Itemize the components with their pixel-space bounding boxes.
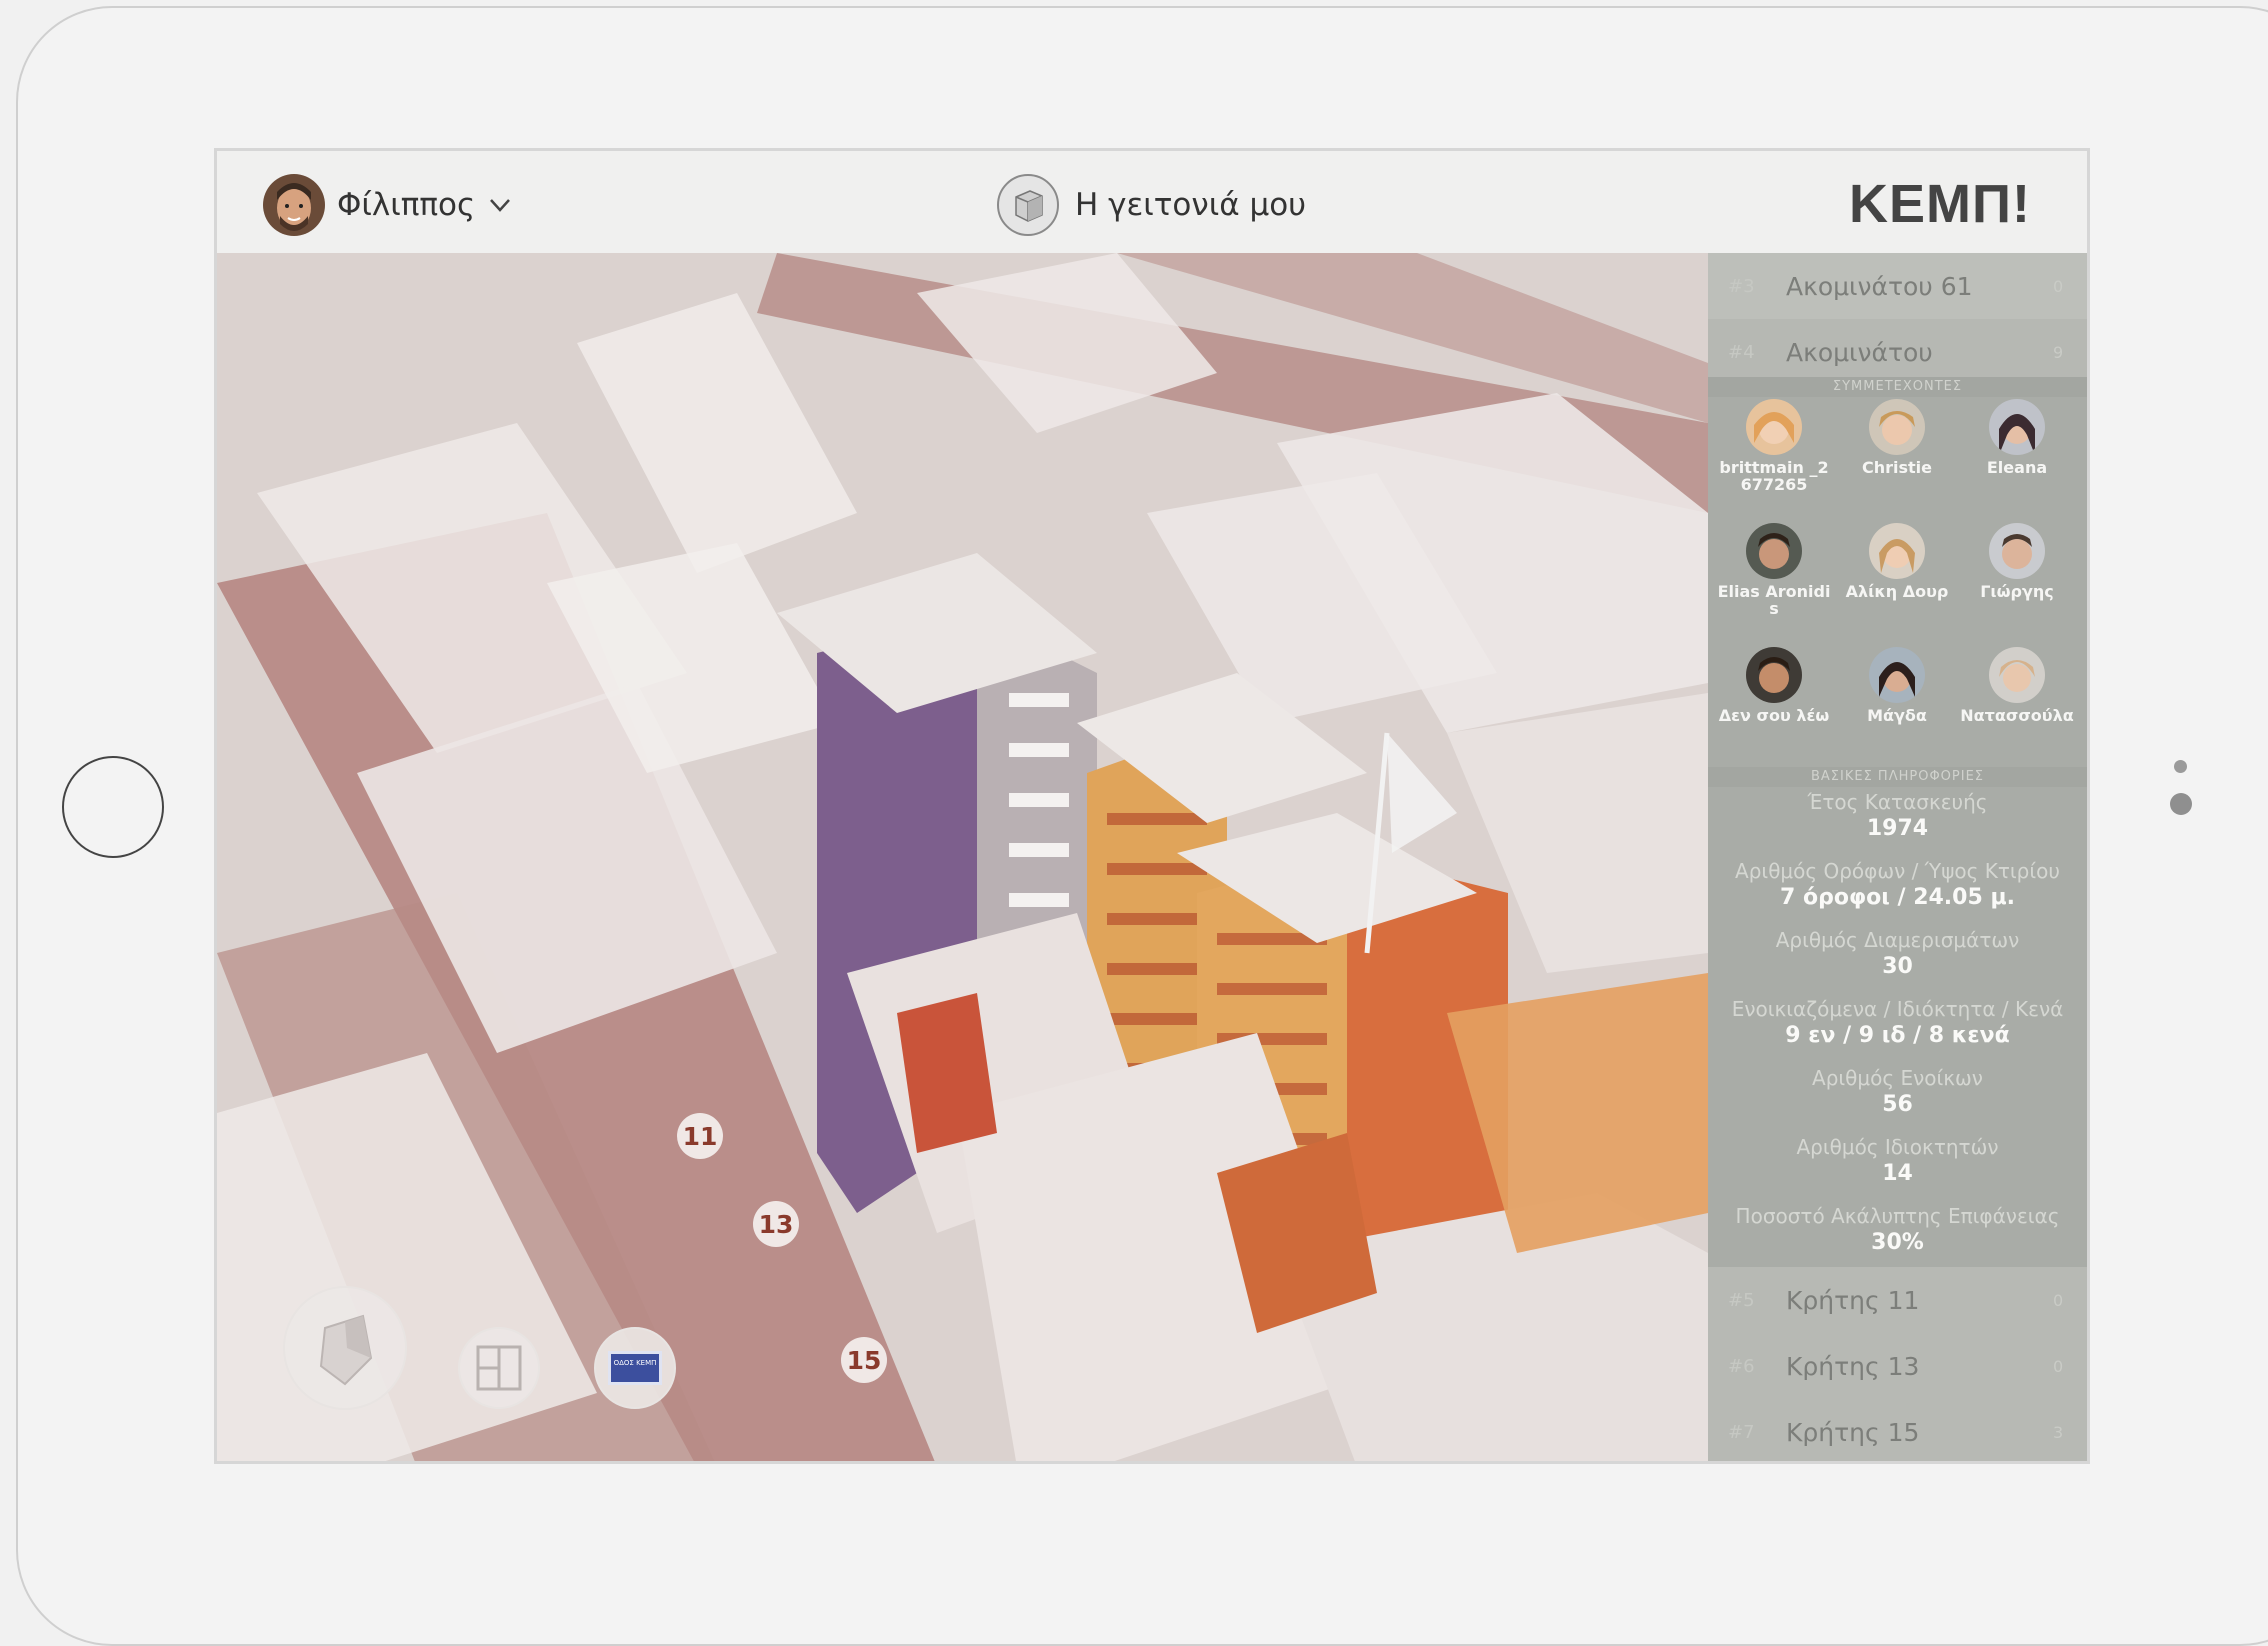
compass-icon[interactable] bbox=[283, 1286, 407, 1410]
participant-name: Μάγδα bbox=[1867, 706, 1927, 725]
info-item: Αριθμός Ιδιοκτητών 14 bbox=[1708, 1134, 2087, 1203]
street-sign-icon[interactable]: ΟΔΟΣ ΚΕΜΠ bbox=[594, 1327, 676, 1409]
list-item-count: 9 bbox=[2053, 342, 2064, 362]
info-item: Αριθμός Ορόφων / Ύψος Κτιρίου 7 όροφοι /… bbox=[1708, 858, 2087, 927]
camera-lens-icon bbox=[2170, 793, 2192, 815]
info-label: Αριθμός Ορόφων / Ύψος Κτιρίου bbox=[1735, 859, 2060, 883]
list-item[interactable]: #3 Ακομινάτου 61 0 bbox=[1708, 253, 2087, 320]
list-item-count: 0 bbox=[2053, 1356, 2064, 1376]
list-item-count: 0 bbox=[2053, 1290, 2064, 1310]
info-item: Ενοικιαζόμενα / Ιδιόκτητα / Κενά 9 εν / … bbox=[1708, 996, 2087, 1065]
info-label: Ενοικιαζόμενα / Ιδιόκτητα / Κενά bbox=[1731, 997, 2064, 1021]
building-marker-13[interactable]: 13 bbox=[753, 1201, 799, 1247]
avatar bbox=[1746, 399, 1802, 455]
info-value: 14 bbox=[1882, 1161, 1913, 1186]
participant[interactable]: Christie bbox=[1838, 399, 1956, 476]
list-item-address: Ακομινάτου 61 bbox=[1786, 271, 1973, 301]
participant-name: Christie bbox=[1861, 458, 1932, 477]
info-label: Έτος Κατασκευής bbox=[1807, 790, 1988, 814]
list-item-index: #3 bbox=[1728, 275, 1755, 297]
info-value: 30% bbox=[1871, 1230, 1924, 1255]
avatar bbox=[1746, 523, 1802, 579]
avatar bbox=[1869, 647, 1925, 703]
participant[interactable]: Eleana bbox=[1958, 399, 2076, 476]
chevron-down-icon[interactable] bbox=[489, 190, 511, 220]
participant-name: Νατασσούλα bbox=[1960, 706, 2074, 725]
camera-icon bbox=[2174, 760, 2187, 773]
info-item: Ποσοστό Ακάλυπτης Επιφάνειας 30% bbox=[1708, 1203, 2087, 1272]
participant[interactable]: Elias Aronidis bbox=[1715, 523, 1833, 617]
list-item-count: 3 bbox=[2053, 1422, 2064, 1442]
list-item-address: Ακομινάτου bbox=[1786, 337, 1933, 367]
list-item[interactable]: #7 Κρήτης 15 3 bbox=[1708, 1399, 2087, 1461]
participant[interactable]: Γιώργης bbox=[1958, 523, 2076, 600]
city-3d-map[interactable]: 11 13 15 ΟΔΟΣ ΚΕΜΠ bbox=[217, 253, 1708, 1461]
avatar bbox=[1989, 399, 2045, 455]
top-bar: Φίλιππος Η γειτονιά μου ΚΕΜΠ! bbox=[217, 151, 2087, 254]
building-info: Έτος Κατασκευής 1974 Αριθμός Ορόφων / Ύψ… bbox=[1708, 789, 2087, 1272]
app-screen: Φίλιππος Η γειτονιά μου ΚΕΜΠ! 11 13 15 Ο… bbox=[214, 148, 2090, 1464]
participants-grid: brittmain _2677265 Christie Eleana Elias… bbox=[1708, 399, 2087, 771]
home-button[interactable] bbox=[62, 756, 164, 858]
list-item-address: Κρήτης 13 bbox=[1786, 1351, 1920, 1381]
list-item-index: #6 bbox=[1728, 1355, 1755, 1377]
participant[interactable]: Μάγδα bbox=[1838, 647, 1956, 724]
info-item: Αριθμός Διαμερισμάτων 30 bbox=[1708, 927, 2087, 996]
list-item-index: #7 bbox=[1728, 1421, 1755, 1443]
avatar bbox=[1869, 399, 1925, 455]
avatar bbox=[263, 174, 325, 236]
info-value: 9 εν / 9 ιδ / 8 κενά bbox=[1785, 1023, 2010, 1048]
participant-name: Αλίκη Δουρ bbox=[1845, 582, 1949, 601]
user-name: Φίλιππος bbox=[337, 187, 476, 223]
info-item: Έτος Κατασκευής 1974 bbox=[1708, 789, 2087, 858]
list-item[interactable]: #6 Κρήτης 13 0 bbox=[1708, 1333, 2087, 1400]
info-label: Ποσοστό Ακάλυπτης Επιφάνειας bbox=[1735, 1204, 2060, 1228]
avatar bbox=[1746, 647, 1802, 703]
participant-name: Γιώργης bbox=[1980, 582, 2054, 601]
list-item-address: Κρήτης 15 bbox=[1786, 1417, 1920, 1447]
list-item-address: Κρήτης 11 bbox=[1786, 1285, 1920, 1315]
avatar bbox=[1989, 523, 2045, 579]
participant[interactable]: brittmain _2677265 bbox=[1715, 399, 1833, 493]
list-item-count: 0 bbox=[2053, 276, 2064, 296]
info-value: 7 όροφοι / 24.05 μ. bbox=[1780, 885, 2015, 910]
floorplan-icon[interactable] bbox=[458, 1327, 540, 1409]
info-value: 1974 bbox=[1866, 816, 1929, 841]
info-value: 30 bbox=[1882, 954, 1913, 979]
participant-name: Δεν σου λέω bbox=[1718, 706, 1830, 725]
user-menu[interactable]: Φίλιππος bbox=[263, 174, 511, 236]
info-label: Αριθμός Ενοίκων bbox=[1812, 1066, 1983, 1090]
info-label: Αριθμός Διαμερισμάτων bbox=[1775, 928, 2020, 952]
list-item[interactable]: #5 Κρήτης 11 0 bbox=[1708, 1267, 2087, 1334]
participants-heading: ΣΥΜΜΕΤΕΧΟΝΤΕΣ bbox=[1708, 377, 2087, 397]
list-item-selected[interactable]: #4 Ακομινάτου 9 bbox=[1708, 319, 2087, 386]
avatar bbox=[1989, 647, 2045, 703]
participant[interactable]: Αλίκη Δουρ bbox=[1838, 523, 1956, 600]
map-canvas bbox=[217, 253, 1708, 1461]
info-value: 56 bbox=[1882, 1092, 1913, 1117]
street-sign-plate: ΟΔΟΣ ΚΕΜΠ bbox=[608, 1351, 662, 1385]
building-marker-15[interactable]: 15 bbox=[841, 1337, 887, 1383]
neighborhood-label: Η γειτονιά μου bbox=[1075, 187, 1307, 223]
cube-icon bbox=[997, 174, 1059, 236]
building-marker-11[interactable]: 11 bbox=[677, 1113, 723, 1159]
avatar bbox=[1869, 523, 1925, 579]
info-item: Αριθμός Ενοίκων 56 bbox=[1708, 1065, 2087, 1134]
list-item-index: #4 bbox=[1728, 341, 1755, 363]
info-label: Αριθμός Ιδιοκτητών bbox=[1796, 1135, 1999, 1159]
building-list-panel: #3 Ακομινάτου 61 0 #4 Ακομινάτου 9 ΣΥΜΜΕ… bbox=[1708, 253, 2087, 1461]
neighborhood-button[interactable]: Η γειτονιά μου bbox=[997, 173, 1306, 237]
participant[interactable]: Νατασσούλα bbox=[1958, 647, 2076, 724]
participant-name: Elias Aronidis bbox=[1717, 582, 1831, 618]
participant[interactable]: Δεν σου λέω bbox=[1715, 647, 1833, 724]
info-heading: ΒΑΣΙΚΕΣ ΠΛΗΡΟΦΟΡΙΕΣ bbox=[1708, 767, 2087, 787]
participant-name: Eleana bbox=[1986, 458, 2048, 477]
brand-logo: ΚΕΜΠ! bbox=[1849, 174, 2031, 234]
participant-name: brittmain _2677265 bbox=[1719, 458, 1829, 494]
list-item-index: #5 bbox=[1728, 1289, 1755, 1311]
